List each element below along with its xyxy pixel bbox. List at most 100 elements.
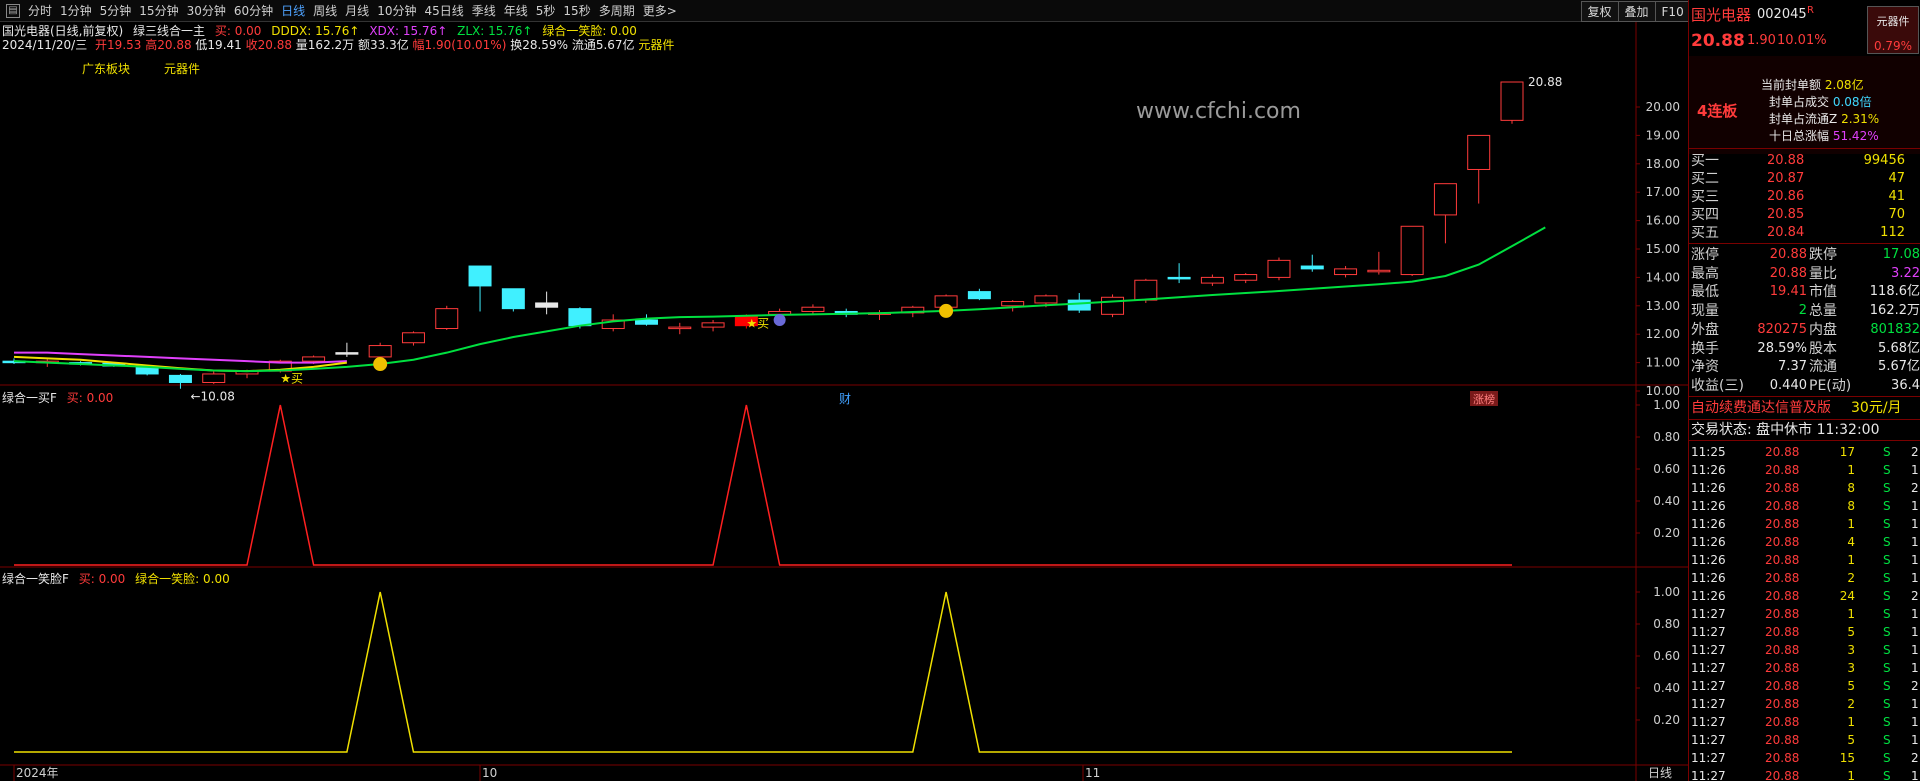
tick-time: 11:27: [1691, 625, 1726, 639]
tick-time: 11:27: [1691, 607, 1726, 621]
stat-value: 0.440: [1769, 377, 1807, 393]
tick-side: S: [1883, 535, 1891, 549]
divider: [1689, 440, 1920, 441]
tick-time: 11:26: [1691, 571, 1726, 585]
tick-price: 20.88: [1765, 499, 1800, 513]
stat-row: 换手 28.59% 股本 5.68亿: [1689, 340, 1920, 358]
ten-day-label: 十日总涨幅: [1769, 129, 1830, 143]
seal-float: 2.31%: [1841, 112, 1880, 126]
period-tab[interactable]: 60分钟: [230, 0, 277, 22]
order-book-row[interactable]: 买五 20.84 112: [1689, 224, 1920, 242]
tick-count: 2: [1911, 751, 1919, 765]
stat-value: 118.6亿: [1869, 284, 1920, 300]
price-tick-label: 12.00: [1646, 327, 1680, 341]
tick-side: S: [1883, 751, 1891, 765]
tick-count: 1: [1911, 535, 1919, 549]
tick-row: 11:26 20.88 1 S 1: [1689, 461, 1920, 479]
r-badge: R: [1807, 5, 1814, 16]
period-tab[interactable]: 分时: [24, 0, 56, 22]
kline-chart-area: 国光电器(日线,前复权) 绿三线合一主 买: 0.00 DDDX: 15.76↑…: [0, 22, 1688, 781]
tick-price: 20.88: [1765, 553, 1800, 567]
quote-panel: 国光电器 002045 R 20.88 1.90 10.01% 元器件 0.79…: [1688, 0, 1920, 781]
tick-volume: 5: [1847, 625, 1855, 639]
price-tick-label: 10.00: [1646, 384, 1680, 398]
tick-side: S: [1883, 589, 1891, 603]
high-mark-label: 20.88: [1528, 75, 1562, 89]
period-tab[interactable]: 年线: [500, 0, 532, 22]
tick-side: S: [1883, 553, 1891, 567]
stat-label: 净资: [1691, 359, 1719, 376]
period-tab[interactable]: 多周期: [595, 0, 639, 22]
period-tab[interactable]: 周线: [309, 0, 341, 22]
toolbar-button[interactable]: F10: [1654, 1, 1690, 22]
candle-body: [634, 319, 658, 325]
period-tab[interactable]: 1分钟: [56, 0, 96, 22]
candle-body: [1367, 269, 1391, 273]
tick-count: 1: [1911, 697, 1919, 711]
order-level: 买三: [1691, 189, 1719, 205]
price-pct: 10.01%: [1777, 33, 1827, 48]
tick-side: S: [1883, 715, 1891, 729]
tick-side: S: [1883, 607, 1891, 621]
stat-label: 现量: [1691, 303, 1719, 320]
tick-count: 1: [1911, 625, 1919, 639]
xdx-line: [14, 351, 347, 364]
period-tab[interactable]: 季线: [468, 0, 500, 22]
tick-time: 11:26: [1691, 589, 1726, 603]
tick-price: 20.88: [1765, 679, 1800, 693]
toolbar-button[interactable]: 复权: [1580, 1, 1618, 22]
period-tab[interactable]: 10分钟: [373, 0, 420, 22]
stat-value: 3.22: [1891, 265, 1920, 281]
tick-volume: 17: [1839, 445, 1855, 459]
period-tab[interactable]: 15分钟: [135, 0, 182, 22]
order-volume: 99456: [1863, 153, 1905, 168]
tick-side: S: [1883, 643, 1891, 657]
period-tab[interactable]: 5秒: [532, 0, 560, 22]
order-book-row[interactable]: 买三 20.86 41: [1689, 188, 1920, 206]
tick-side: S: [1883, 499, 1891, 513]
seal-amount-label: 当前封单额: [1761, 78, 1822, 92]
ind-tick-label: 0.40: [1653, 494, 1680, 508]
tick-count: 1: [1911, 571, 1919, 585]
kline-svg[interactable]: 20.00 19.00 18.00 17.00 16.00 15.00 14.00 13.00…: [0, 22, 1688, 781]
tick-volume: 8: [1847, 481, 1855, 495]
period-tab[interactable]: 日线: [277, 0, 309, 22]
tick-count: 1: [1911, 769, 1919, 781]
order-level: 买一: [1691, 153, 1719, 169]
promo-text[interactable]: 自动续费通达信普及版: [1691, 399, 1831, 417]
candle-body: [1101, 296, 1125, 315]
period-tab[interactable]: 15秒: [559, 0, 594, 22]
order-book-row[interactable]: 买二 20.87 47: [1689, 170, 1920, 188]
stat-value: 19.41: [1769, 284, 1807, 300]
period-tab[interactable]: 更多>: [639, 0, 681, 22]
period-tab[interactable]: 30分钟: [183, 0, 230, 22]
tick-volume: 1: [1847, 553, 1855, 567]
ind-tick-label: 0.80: [1653, 430, 1680, 444]
toolbar-button[interactable]: 叠加: [1617, 1, 1655, 22]
tick-price: 20.88: [1765, 535, 1800, 549]
promo-row[interactable]: 自动续费通达信普及版 30元/月: [1689, 399, 1920, 417]
promo-price[interactable]: 30元/月: [1851, 399, 1902, 417]
period-tab[interactable]: 月线: [341, 0, 373, 22]
tick-price: 20.88: [1765, 643, 1800, 657]
sad-icon: [773, 314, 786, 326]
tick-volume: 5: [1847, 679, 1855, 693]
order-level: 买四: [1691, 207, 1719, 223]
tick-price: 20.88: [1765, 733, 1800, 747]
period-tab[interactable]: 45日线: [420, 0, 467, 22]
tick-time: 11:26: [1691, 481, 1726, 495]
order-book-row[interactable]: 买四 20.85 70: [1689, 206, 1920, 224]
period-tab[interactable]: 5分钟: [96, 0, 136, 22]
tick-row: 11:26 20.88 2 S 1: [1689, 569, 1920, 587]
sector-box[interactable]: 元器件 0.79%: [1867, 6, 1919, 54]
ind-tick-label: 1.00: [1653, 585, 1680, 599]
tick-count: 1: [1911, 715, 1919, 729]
tick-time: 11:26: [1691, 535, 1726, 549]
menu-icon[interactable]: ▤: [6, 4, 20, 18]
order-book-row[interactable]: 买一 20.88 99456: [1689, 152, 1920, 170]
candle-body: [668, 326, 692, 330]
candle-body: [1200, 276, 1224, 284]
stat-label: 跌停: [1809, 247, 1837, 263]
zlx-line: [13, 226, 1546, 373]
tick-side: S: [1883, 517, 1891, 531]
